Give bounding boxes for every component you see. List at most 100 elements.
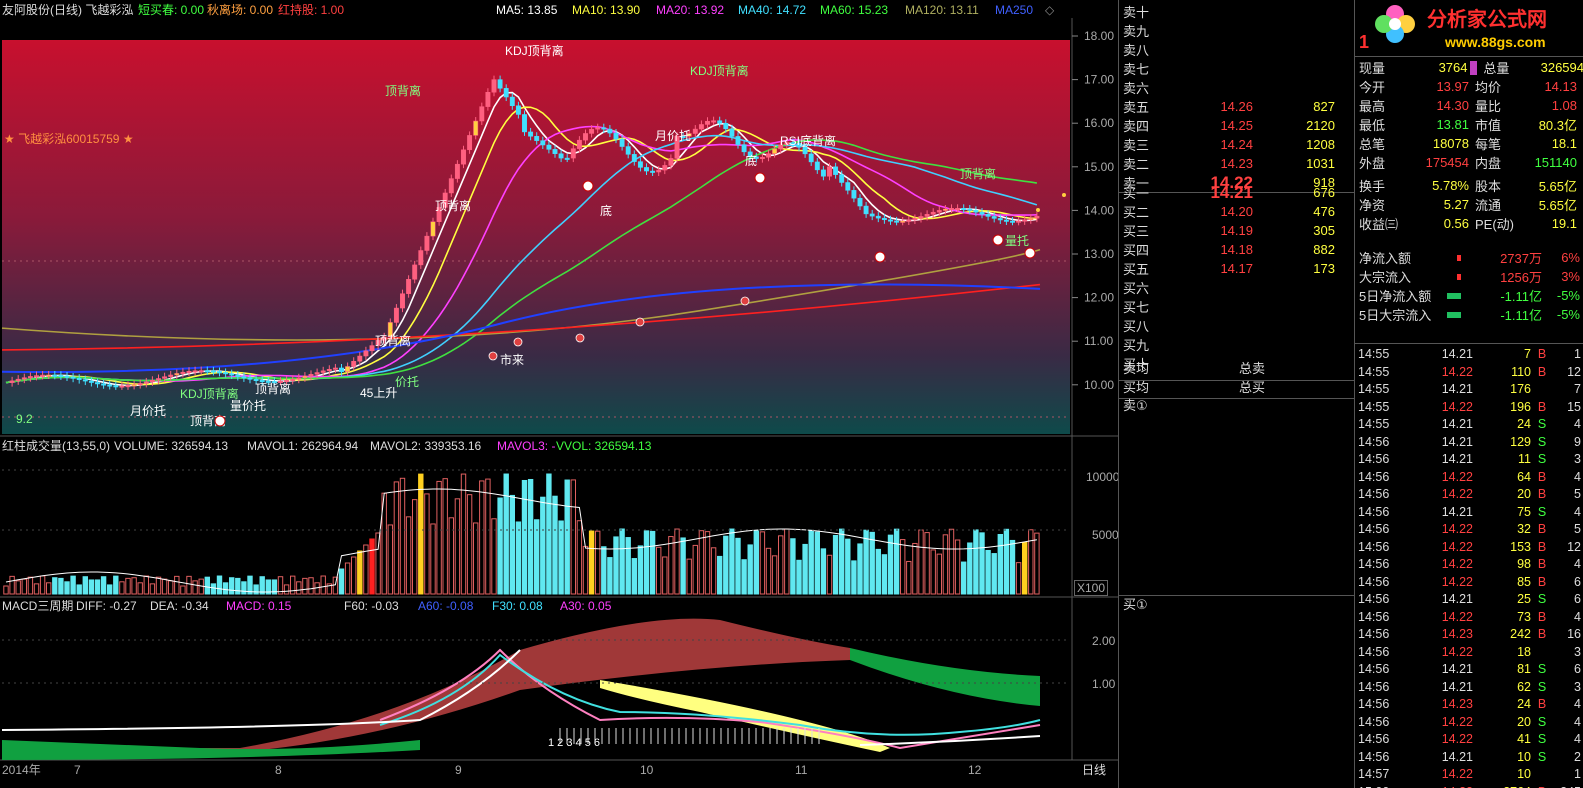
signal-dot-icon: [992, 234, 1004, 246]
candle-body: [418, 250, 424, 266]
tick-count: 4: [1574, 469, 1581, 484]
volume-bar: [521, 479, 528, 595]
kline-chart[interactable]: 18.00 17.00 16.00 15.00 14.00 13.00 12.00 11.00…: [0, 0, 1118, 788]
tick-time: 14:55: [1358, 399, 1390, 414]
tick-time: 14:56: [1358, 469, 1390, 484]
volume-bar: [851, 560, 857, 595]
bid-row[interactable]: 买十: [1119, 354, 1335, 373]
tick-price: 14.22: [1441, 557, 1473, 571]
ask-row[interactable]: 卖十: [1119, 2, 1335, 21]
volume-bar: [753, 529, 759, 595]
chart-signal-label: 底: [600, 203, 612, 218]
chart-signal-label: 顶背离: [435, 198, 471, 213]
candle-body: [491, 79, 497, 93]
tick-time: 14:56: [1358, 522, 1390, 536]
chart-signal-label: RSI底背离: [780, 133, 836, 148]
bid-row[interactable]: 买三 14.19 305: [1119, 221, 1335, 240]
candle-body: [637, 161, 643, 168]
bid-row[interactable]: 买七: [1119, 297, 1335, 316]
tick-time: 14:55: [1358, 417, 1390, 431]
volume-bar: [113, 575, 119, 595]
x-label-sep: 9: [455, 763, 462, 777]
volume-bar: [460, 473, 467, 595]
volume-bar: [588, 530, 595, 595]
bid-row[interactable]: 买八: [1119, 316, 1335, 335]
buy-queue-label[interactable]: 买①: [1123, 598, 1148, 612]
logo-banner: 1 分析家公式网 www.88gs.com: [1355, 0, 1583, 54]
volume-bar: [216, 575, 223, 595]
tick-side: B: [1537, 347, 1547, 361]
candle-body: [656, 169, 662, 173]
tick-price: 14.21: [1441, 504, 1473, 519]
macd-title: MACD三周期: [2, 599, 74, 613]
ask-row[interactable]: 卖五 14.26 827: [1119, 97, 1335, 116]
tick-row: 14:56 14.23 24 B 4: [1355, 695, 1583, 713]
candle-body: [808, 153, 814, 163]
volume-bar: [64, 581, 70, 595]
bid-row[interactable]: 买九: [1119, 335, 1335, 354]
tick-price: 14.21: [1441, 679, 1473, 694]
tick-count: 4: [1574, 504, 1581, 519]
volume-bar: [418, 473, 424, 595]
volume-bar: [430, 523, 436, 595]
candle-body: [58, 375, 64, 378]
candle-body: [101, 383, 107, 386]
tick-volume: 176: [1510, 382, 1531, 396]
chart-area[interactable]: 18.00 17.00 16.00 15.00 14.00 13.00 12.00 11.00…: [0, 0, 1119, 788]
bid-row[interactable]: 买四 14.18 882: [1119, 240, 1335, 259]
ask-row[interactable]: 卖七: [1119, 59, 1335, 78]
candle-body: [454, 163, 460, 179]
candle-body: [967, 208, 973, 211]
quote-value: 5.78%: [1432, 178, 1469, 193]
volume-bar: [229, 577, 235, 595]
tick-time: 14:55: [1358, 382, 1390, 396]
ask-row[interactable]: 卖六: [1119, 78, 1335, 97]
tick-volume: 11: [1518, 452, 1531, 466]
tick-time: 14:56: [1358, 679, 1390, 694]
candle-body: [692, 128, 698, 134]
candle-body: [1003, 219, 1009, 222]
candle-body: [485, 91, 491, 107]
candle-body: [168, 374, 174, 377]
volume-bar: [686, 558, 692, 595]
tick-count: 5: [1574, 522, 1581, 536]
signal-dot-icon: [754, 172, 766, 184]
bid-level-label: 买三: [1123, 224, 1150, 239]
ask-row[interactable]: 卖九: [1119, 21, 1335, 40]
candle-body: [759, 157, 765, 160]
candle-body: [95, 382, 100, 385]
candle-body: [332, 367, 338, 370]
candle-body: [223, 372, 229, 375]
volume-bar: [814, 531, 820, 595]
candle-body: [156, 378, 161, 381]
candle-body: [210, 370, 216, 373]
tick-side: S: [1537, 732, 1547, 746]
sell-queue-label[interactable]: 卖①: [1123, 399, 1148, 413]
tick-row: 14:55 14.21 176 7: [1355, 380, 1583, 398]
candle-body: [76, 377, 82, 380]
period-selector[interactable]: 日线: [1082, 763, 1106, 777]
bid-row[interactable]: 买六: [1119, 278, 1335, 297]
ask-row[interactable]: 卖八: [1119, 40, 1335, 59]
tick-row: 14:56 14.22 20 B 5: [1355, 485, 1583, 503]
signal-dot-icon: [214, 415, 226, 427]
volume-bar: [674, 528, 680, 595]
quote-row: 换手 5.78% 股本 5.65亿: [1355, 176, 1583, 195]
candle-body: [717, 120, 723, 124]
ask-row[interactable]: 卖三 14.24 1208: [1119, 135, 1335, 154]
bid-row[interactable]: 买一 14.21 676: [1119, 183, 1335, 202]
volume-bar: [723, 535, 729, 595]
bid-row[interactable]: 买二 14.20 476: [1119, 202, 1335, 221]
candle-body: [522, 114, 527, 133]
candle-body: [406, 279, 412, 294]
bid-price: 14.19: [1220, 223, 1253, 238]
bid-row[interactable]: 买五 14.17 173: [1119, 259, 1335, 278]
ask-row[interactable]: 卖四 14.25 2120: [1119, 116, 1335, 135]
tick-volume: 3764: [1473, 785, 1531, 788]
panel-options-icon[interactable]: ◇: [1045, 3, 1054, 17]
ask-row[interactable]: 卖二 14.23 1031: [1119, 154, 1335, 173]
tick-time: 14:56: [1358, 452, 1390, 466]
tick-row: 14:56 14.22 64 B 4: [1355, 468, 1583, 486]
flow-bar: [1447, 292, 1461, 299]
capital-flow-row: 大宗流入 1256万 3%: [1355, 267, 1583, 286]
